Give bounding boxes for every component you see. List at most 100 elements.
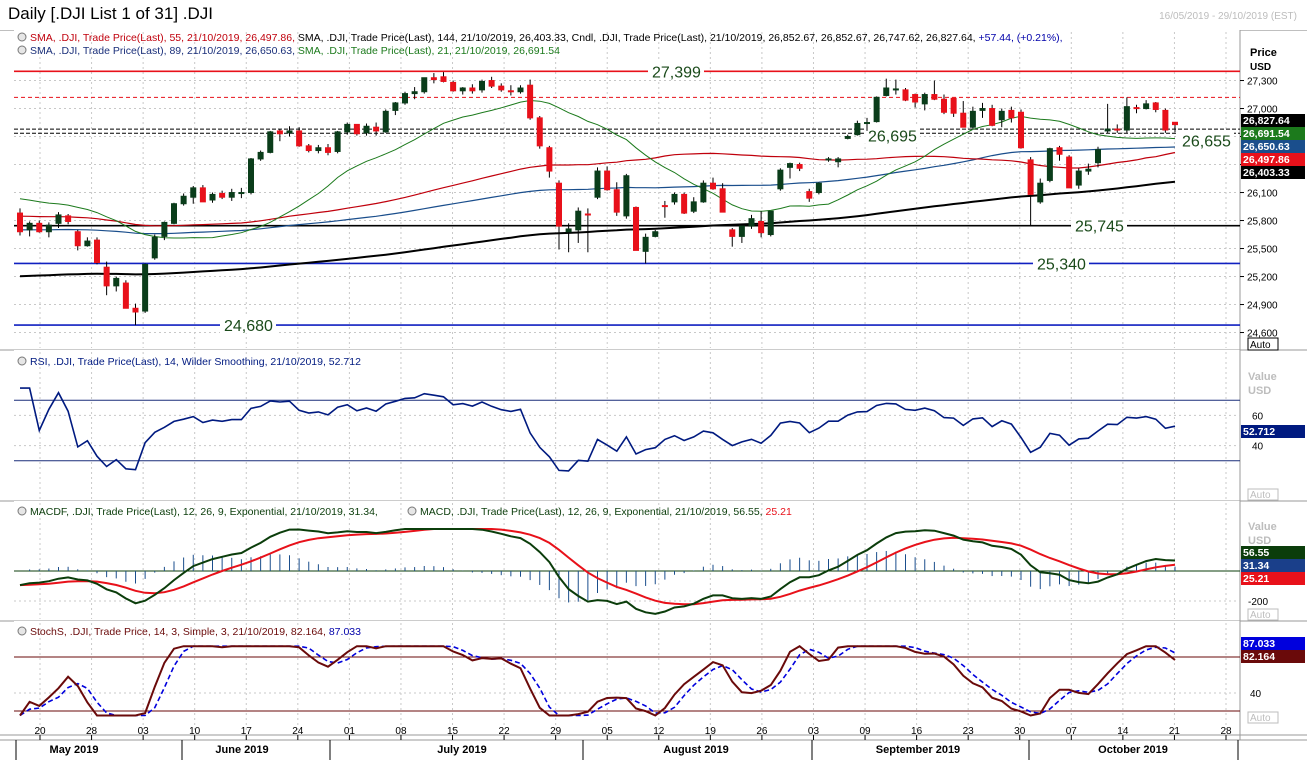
candle-body [1008, 109, 1015, 119]
candle-body [623, 175, 630, 217]
candle-body [671, 193, 678, 203]
level-label-26655: 26,655 [1182, 134, 1231, 151]
rsi-axis-title: Value [1248, 371, 1277, 383]
level-label-26695: 26,695 [868, 129, 917, 146]
x-day-label: 21 [1169, 726, 1181, 737]
level-label-27399: 27,399 [652, 64, 701, 81]
x-day-label: 28 [1220, 726, 1232, 737]
candle-body [469, 87, 476, 92]
candle-body [209, 193, 216, 201]
price-tick-label: 25,800 [1247, 217, 1278, 228]
candle-body [960, 112, 967, 128]
price-badge-label: 26,497.86 [1243, 154, 1290, 166]
stoch-badge-label: 82.164 [1243, 651, 1275, 663]
candle-body [738, 225, 745, 237]
candle-body [1037, 182, 1044, 203]
candle-body [479, 80, 485, 91]
candle-body [1152, 102, 1159, 110]
x-day-label: 28 [86, 726, 98, 737]
x-day-label: 10 [189, 726, 201, 737]
candle-body [748, 218, 755, 227]
rsi-tick-label: 60 [1252, 411, 1264, 422]
candle-body [527, 84, 534, 119]
candle-body [55, 214, 62, 224]
candle-body [411, 91, 418, 95]
candle-body [613, 189, 620, 213]
candle-body [864, 122, 870, 125]
price-badge-label: 26,827.64 [1243, 115, 1290, 127]
candle-body [1162, 109, 1169, 131]
candle-body [989, 108, 996, 126]
x-day-label: 17 [241, 726, 253, 737]
price-tick-label: 25,200 [1247, 273, 1278, 284]
candle-body [382, 110, 389, 133]
candle-body [421, 77, 428, 93]
panel-bg [14, 350, 1240, 501]
x-day-label: 24 [292, 726, 304, 737]
candle-body [190, 187, 197, 198]
candle-body [84, 240, 91, 247]
candle-body [65, 215, 72, 222]
candle-body [498, 85, 505, 91]
candle-body [315, 147, 322, 152]
x-day-label: 05 [602, 726, 614, 737]
level-label-25745: 25,745 [1075, 219, 1124, 236]
rsi-auto-label: Auto [1250, 490, 1271, 501]
candle-body [796, 164, 803, 169]
x-month-label: June 2019 [215, 744, 268, 756]
candle-body [248, 158, 254, 194]
x-day-label: 29 [550, 726, 562, 737]
candle-body [1095, 149, 1101, 164]
x-month-label: September 2019 [876, 744, 960, 756]
candle-body [325, 147, 331, 153]
candle-body [969, 110, 976, 128]
candle-body [902, 89, 909, 101]
macd-tick-label: -200 [1248, 597, 1268, 608]
x-month-label: July 2019 [437, 744, 487, 756]
x-day-label: 03 [808, 726, 820, 737]
stoch-badge-label: 87.033 [1243, 638, 1275, 650]
candle-body [430, 77, 437, 81]
candle-body [815, 182, 822, 194]
candle-body [1104, 128, 1111, 132]
candle-body [74, 231, 81, 247]
candle-body [546, 147, 553, 172]
candle-body [931, 94, 938, 100]
candle-body [758, 220, 765, 234]
macd-axis-title: Value [1248, 521, 1277, 533]
stoch-tick-label: 40 [1250, 689, 1262, 700]
candle-body [305, 145, 312, 152]
candle-body [488, 80, 495, 87]
price-tick-label: 27,000 [1247, 105, 1278, 116]
candle-body [710, 182, 716, 190]
candle-body [344, 123, 351, 133]
macd-axis-unit: USD [1248, 535, 1271, 547]
legend-icon [17, 356, 27, 366]
candle-body [373, 126, 380, 132]
x-day-label: 01 [344, 726, 356, 737]
x-day-label: 03 [138, 726, 150, 737]
candle-body [267, 131, 274, 153]
rsi-legend: RSI, .DJI, Trade Price(Last), 14, Wilder… [30, 356, 361, 368]
candle-body [238, 192, 245, 195]
macd-legend: MACD, .DJI, Trade Price(Last), 12, 26, 9… [420, 506, 792, 518]
candle-body [806, 191, 813, 199]
candle-body [507, 90, 514, 93]
candle-body [286, 130, 293, 134]
candle-body [113, 277, 120, 287]
candle-body [161, 221, 168, 237]
candle-body [700, 182, 707, 203]
candle-body [1046, 148, 1053, 181]
candle-body [1133, 107, 1140, 110]
candle-body [440, 76, 447, 82]
chart-canvas[interactable]: 27,399 26,695 26,655 25,745 25,340 24,680 27,… [0, 0, 1307, 775]
price-tick-label: 25,500 [1247, 245, 1278, 256]
candle-body [36, 222, 43, 233]
x-day-label: 07 [1066, 726, 1078, 737]
candle-body [450, 81, 457, 92]
x-day-label: 14 [1117, 726, 1129, 737]
candle-body [276, 130, 283, 135]
x-day-label: 30 [1014, 726, 1026, 737]
candle-body [594, 170, 601, 198]
auto-button-label: Auto [1250, 340, 1271, 351]
